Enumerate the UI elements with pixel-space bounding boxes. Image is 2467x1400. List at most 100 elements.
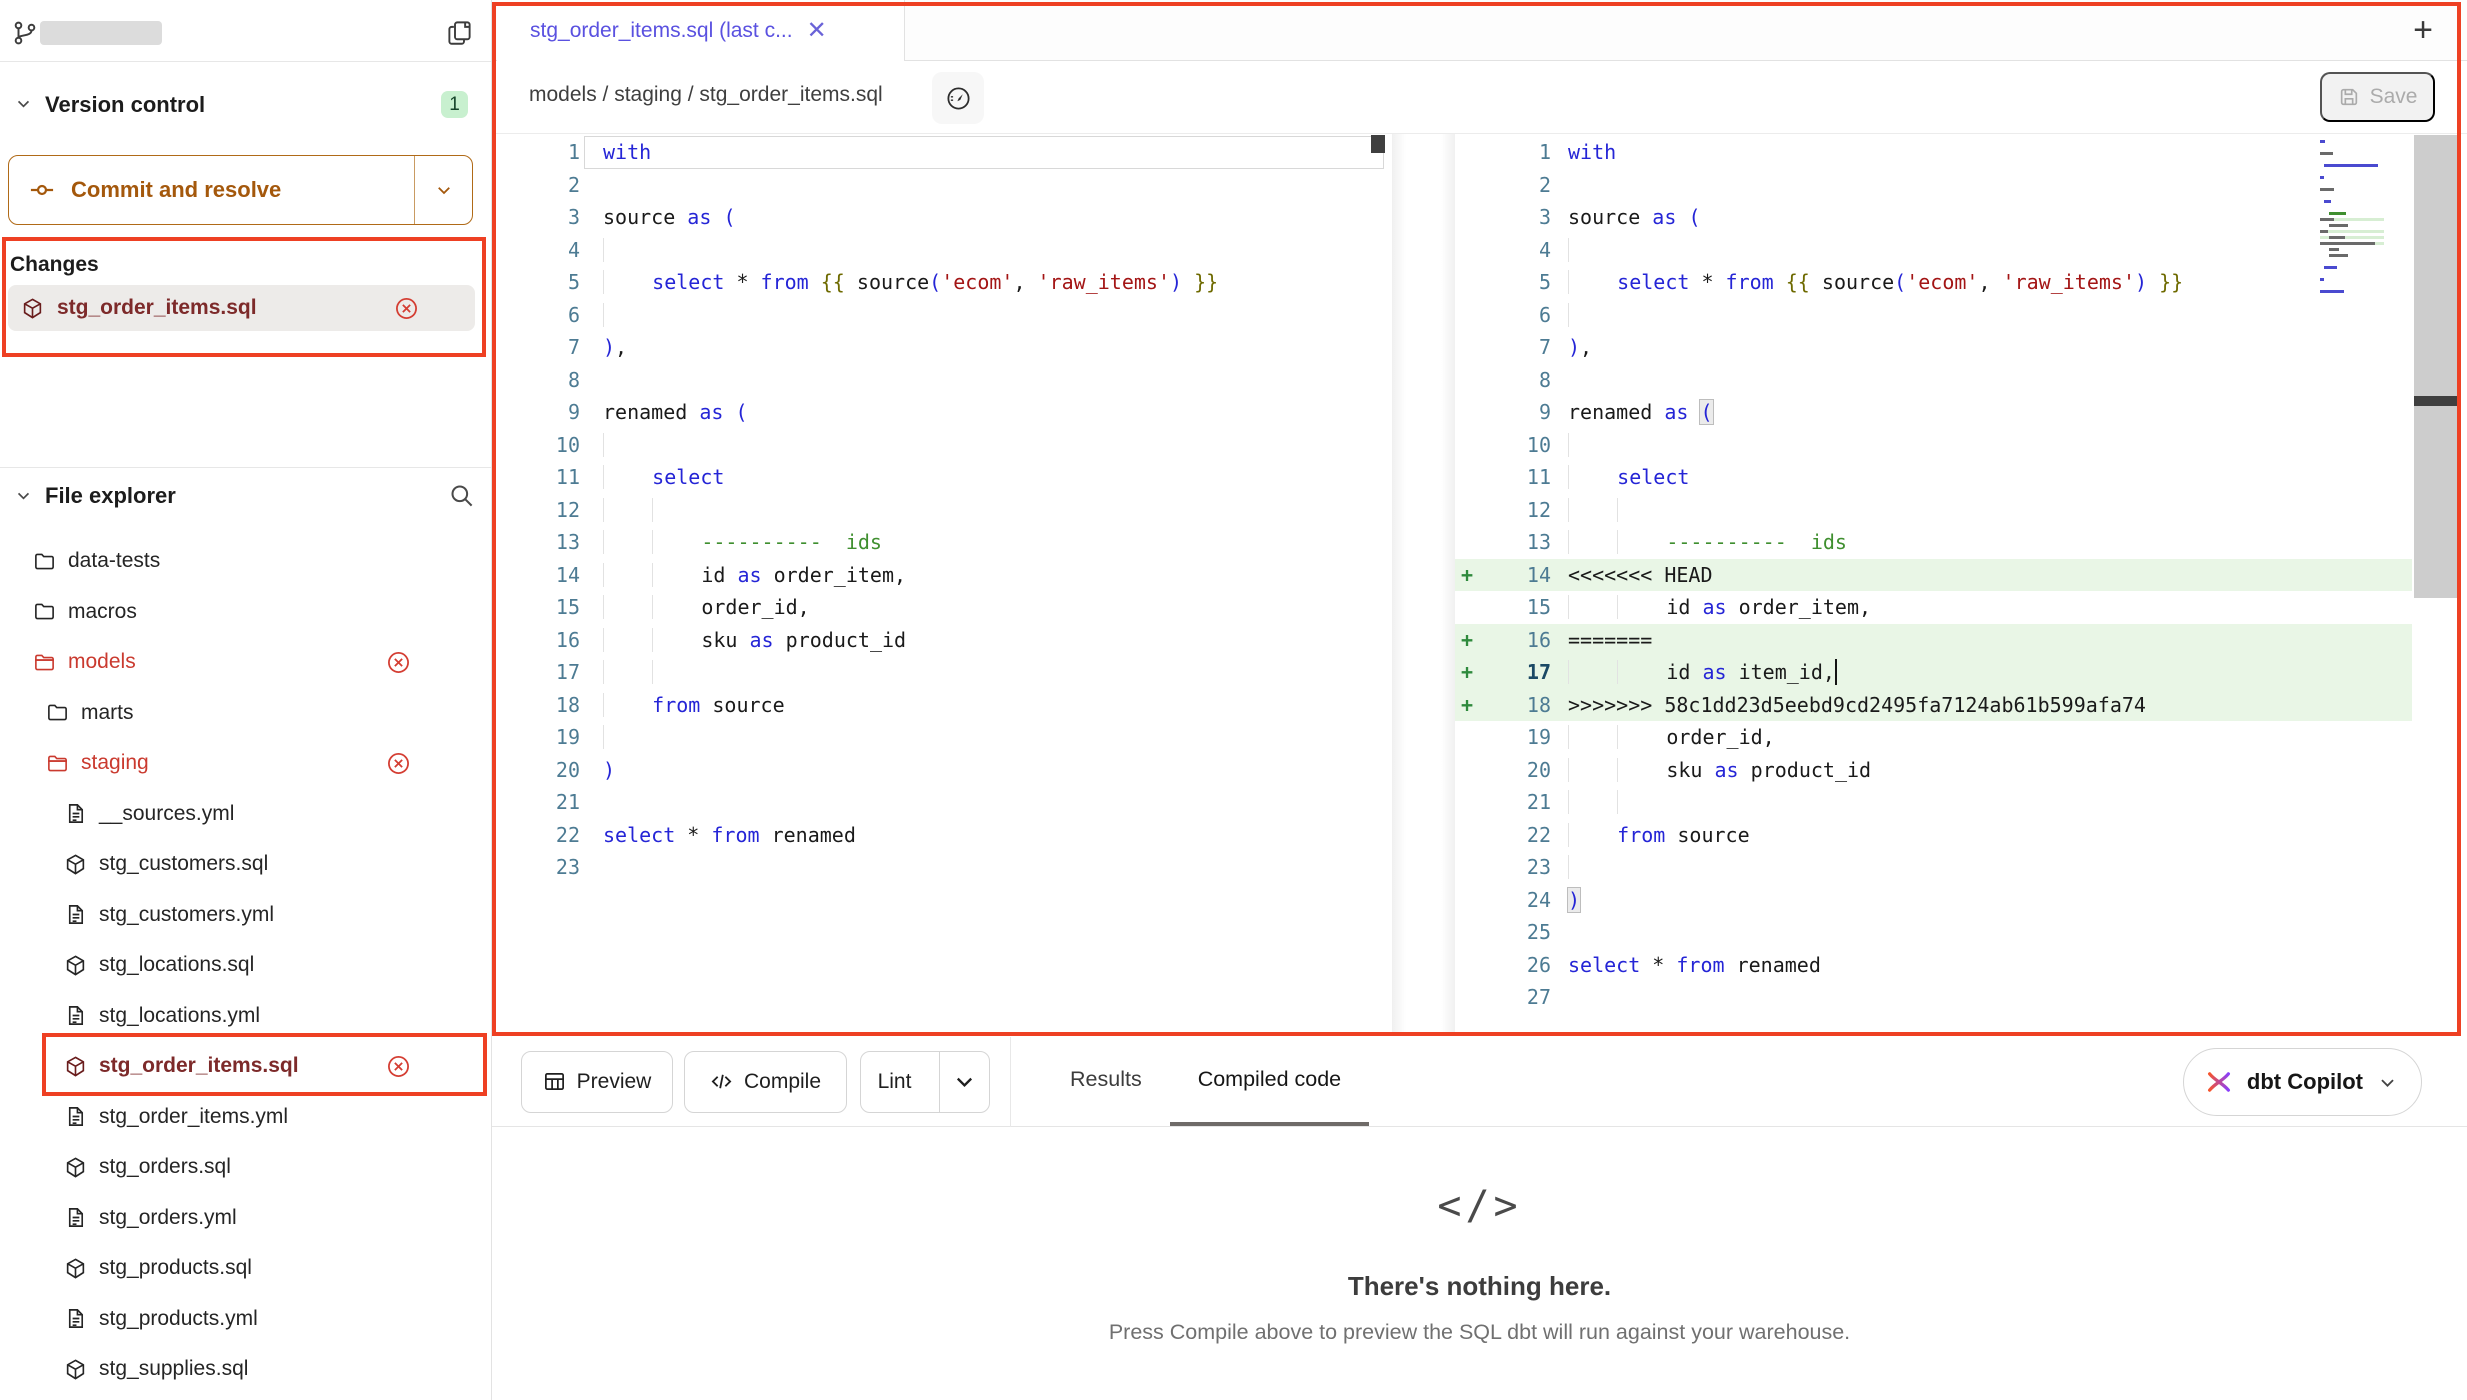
minimap-line — [2320, 194, 2384, 197]
minimap-line — [2320, 176, 2384, 179]
folder-open-icon — [33, 651, 56, 674]
file-item-data-tests[interactable]: data-tests — [0, 536, 491, 587]
file-item-label: stg_locations.yml — [99, 1004, 260, 1028]
tab-compiled-code[interactable]: Compiled code — [1170, 1037, 1369, 1126]
code-line: 20 sku as product_id — [1455, 754, 2412, 787]
copilot-sparkle-icon — [2204, 1067, 2234, 1097]
lint-label: Lint — [861, 1070, 928, 1094]
file-item-stg-orders-sql[interactable]: stg_orders.sql — [0, 1142, 491, 1193]
line-number: 18 — [496, 689, 580, 722]
file-item-label: __sources.yml — [99, 802, 234, 826]
editor-pane-current[interactable]: 1with23source as (4 5 select * from {{ s… — [1455, 136, 2412, 1014]
line-number: 6 — [496, 299, 580, 332]
line-number: 8 — [496, 364, 580, 397]
empty-state-title: There's nothing here. — [492, 1271, 2467, 1302]
file-icon — [64, 802, 87, 825]
file-item-stg-products-sql[interactable]: stg_products.sql — [0, 1243, 491, 1294]
line-number: 22 — [1479, 819, 1551, 852]
left-scrollbar-thumb[interactable] — [1371, 135, 1385, 153]
chevron-down-icon[interactable] — [15, 487, 32, 504]
file-item-stg-locations-yml[interactable]: stg_locations.yml — [0, 991, 491, 1042]
minimap-line — [2320, 290, 2384, 293]
file-icon — [64, 903, 87, 926]
new-tab-icon[interactable]: + — [2407, 14, 2439, 46]
code-line: +14<<<<<<< HEAD — [1455, 559, 2412, 592]
minimap-line — [2320, 212, 2384, 215]
code-line: 23 — [496, 851, 1392, 884]
file-item-stg-customers-yml[interactable]: stg_customers.yml — [0, 890, 491, 941]
changed-file-item[interactable]: stg_order_items.sql — [8, 285, 475, 331]
added-line-marker: + — [1461, 624, 1479, 657]
editor-pane-original[interactable]: 1with23source as (4 5 select * from {{ s… — [496, 136, 1392, 884]
code-line: 19 order_id, — [1455, 721, 2412, 754]
line-number: 16 — [1479, 624, 1551, 657]
file-item-stg-orders-yml[interactable]: stg_orders.yml — [0, 1193, 491, 1244]
code-line: 2 — [1455, 169, 2412, 202]
overview-ruler-thumb[interactable] — [2414, 396, 2457, 406]
file-item-label: stg_order_items.yml — [99, 1105, 288, 1129]
line-number: 20 — [1479, 754, 1551, 787]
copy-icon[interactable] — [446, 19, 473, 46]
added-line-marker — [1461, 591, 1479, 624]
file-item-label: stg_orders.sql — [99, 1155, 231, 1179]
tab-results[interactable]: Results — [1042, 1037, 1170, 1126]
dbt-copilot-button[interactable]: dbt Copilot — [2183, 1048, 2422, 1116]
added-line-marker — [1461, 201, 1479, 234]
file-item--sources-yml[interactable]: __sources.yml — [0, 789, 491, 840]
discard-change-icon[interactable] — [386, 1054, 411, 1079]
minimap[interactable] — [2320, 140, 2384, 302]
file-item-stg-order-items-sql[interactable]: stg_order_items.sql — [0, 1041, 491, 1092]
line-number: 17 — [1479, 656, 1551, 689]
tab-stg-order-items[interactable]: stg_order_items.sql (last c... ✕ — [497, 0, 905, 61]
commit-options-chevron[interactable] — [414, 156, 472, 224]
line-number: 26 — [1479, 949, 1551, 982]
close-tab-icon[interactable]: ✕ — [807, 19, 827, 43]
lint-button[interactable]: Lint — [860, 1051, 990, 1113]
file-item-stg-order-items-yml[interactable]: stg_order_items.yml — [0, 1092, 491, 1143]
discard-change-icon[interactable] — [386, 650, 411, 675]
file-item-macros[interactable]: macros — [0, 587, 491, 638]
code-line: 7), — [1455, 331, 2412, 364]
file-item-stg-supplies-sql[interactable]: stg_supplies.sql — [0, 1344, 491, 1395]
chevron-down-icon[interactable] — [15, 95, 32, 112]
line-number: 11 — [1479, 461, 1551, 494]
minimap-line — [2320, 158, 2384, 161]
overview-ruler[interactable] — [2414, 135, 2457, 598]
preview-button[interactable]: Preview — [521, 1051, 673, 1113]
discard-change-icon[interactable] — [394, 296, 419, 321]
added-line-marker — [1461, 429, 1479, 462]
code-line: +18>>>>>>> 58c1dd23d5eebd9cd2495fa7124ab… — [1455, 689, 2412, 722]
file-item-stg-customers-sql[interactable]: stg_customers.sql — [0, 839, 491, 890]
folder-icon — [46, 701, 69, 724]
file-item-models[interactable]: models — [0, 637, 491, 688]
file-item-label: staging — [81, 751, 149, 775]
minimap-line — [2320, 224, 2384, 227]
line-number: 13 — [496, 526, 580, 559]
file-item-label: stg_supplies.sql — [99, 1357, 248, 1381]
line-number: 13 — [1479, 526, 1551, 559]
added-line-marker — [1461, 494, 1479, 527]
file-item-stg-locations-sql[interactable]: stg_locations.sql — [0, 940, 491, 991]
model-icon — [21, 297, 44, 320]
commit-and-resolve-button[interactable]: Commit and resolve — [8, 155, 473, 225]
file-item-marts[interactable]: marts — [0, 688, 491, 739]
lineage-icon[interactable] — [932, 72, 984, 124]
text-cursor — [1835, 659, 1838, 685]
lint-options-chevron[interactable] — [939, 1052, 989, 1112]
minimap-line — [2320, 278, 2384, 281]
line-number: 22 — [496, 819, 580, 852]
file-item-label: stg_order_items.sql — [99, 1054, 299, 1078]
compile-button[interactable]: Compile — [684, 1051, 847, 1113]
minimap-line — [2320, 248, 2384, 251]
line-number: 12 — [496, 494, 580, 527]
file-item-stg-products-yml[interactable]: stg_products.yml — [0, 1294, 491, 1345]
discard-change-icon[interactable] — [386, 751, 411, 776]
code-icon: </> — [492, 1183, 2467, 1229]
save-button[interactable]: Save — [2320, 72, 2435, 122]
commit-button-label: Commit and resolve — [71, 177, 281, 203]
line-number: 6 — [1479, 299, 1551, 332]
search-icon[interactable] — [448, 482, 475, 509]
minimap-line — [2320, 164, 2384, 167]
code-line: +16======= — [1455, 624, 2412, 657]
file-item-staging[interactable]: staging — [0, 738, 491, 789]
